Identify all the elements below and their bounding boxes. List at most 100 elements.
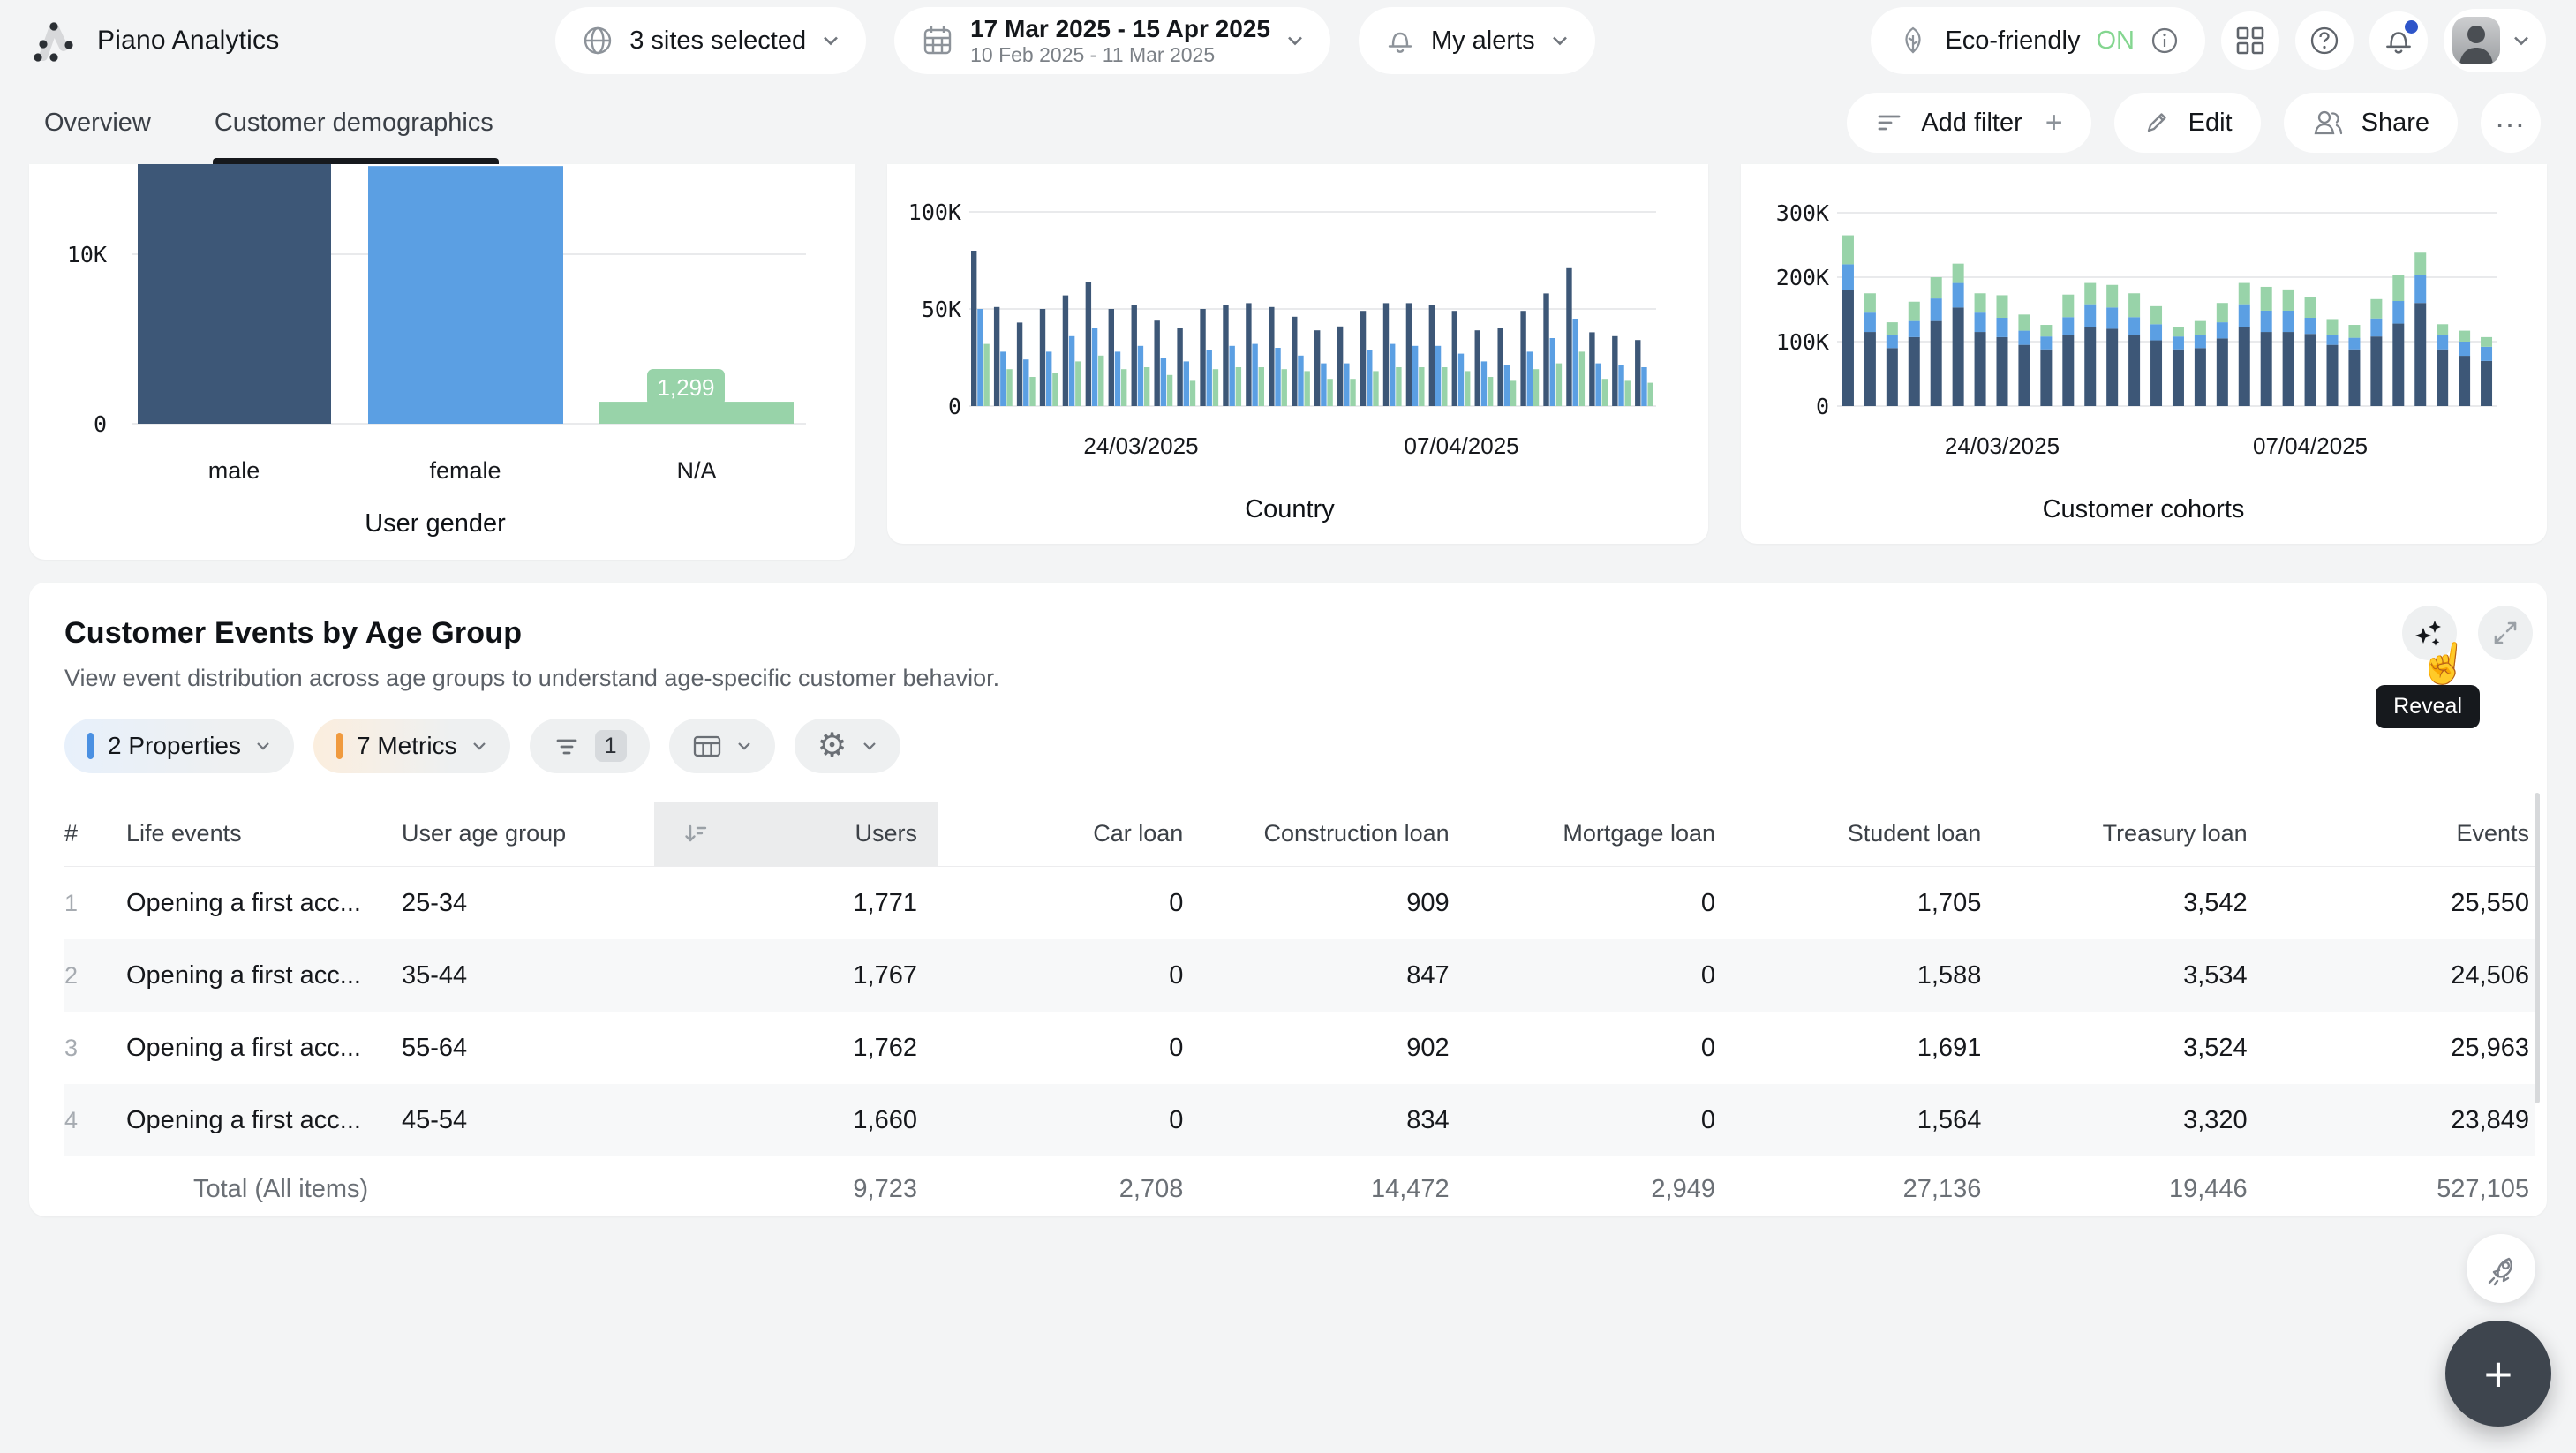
bar[interactable]: [1190, 380, 1195, 406]
bar-segment[interactable]: [2106, 307, 2118, 328]
bar-segment[interactable]: [2348, 338, 2360, 350]
bar-segment[interactable]: [1975, 312, 1986, 332]
column-header-events[interactable]: Events: [2269, 820, 2535, 847]
bar[interactable]: [1023, 359, 1028, 406]
apps-grid-button[interactable]: [2221, 11, 2279, 70]
bar[interactable]: [1115, 351, 1120, 406]
bar[interactable]: [1213, 369, 1218, 406]
bar[interactable]: [1452, 311, 1457, 406]
bar-segment[interactable]: [2305, 297, 2316, 318]
settings-chip[interactable]: ⚙: [795, 719, 900, 773]
bar-segment[interactable]: [1931, 298, 1942, 321]
bar-segment[interactable]: [2370, 299, 2382, 319]
column-header--[interactable]: #: [64, 820, 126, 847]
bar-segment[interactable]: [2195, 321, 2206, 335]
customer-cohorts-chart[interactable]: 300K200K100K024/03/202507/04/2025Custome…: [1741, 164, 2547, 544]
columns-chip[interactable]: [669, 719, 775, 773]
bar[interactable]: [1595, 364, 1601, 406]
bar[interactable]: [1465, 371, 1470, 406]
bar-segment[interactable]: [2414, 275, 2426, 303]
bar-segment[interactable]: [2084, 283, 2096, 305]
bar[interactable]: [1321, 364, 1326, 406]
bar-segment[interactable]: [2283, 290, 2294, 311]
bar-segment[interactable]: [1909, 337, 1920, 406]
edit-button[interactable]: Edit: [2114, 93, 2261, 153]
bar[interactable]: [994, 307, 999, 406]
bar-segment[interactable]: [1864, 332, 1876, 406]
launch-button[interactable]: [2467, 1234, 2535, 1303]
bar-segment[interactable]: [2062, 335, 2074, 406]
bar[interactable]: [1236, 367, 1241, 406]
bar[interactable]: [1167, 375, 1172, 406]
bar[interactable]: [1063, 296, 1068, 406]
bar-segment[interactable]: [2084, 327, 2096, 406]
bar-segment[interactable]: [2128, 335, 2140, 406]
bar-segment[interactable]: [2327, 335, 2339, 345]
bar-segment[interactable]: [2217, 322, 2228, 338]
bar[interactable]: [983, 344, 989, 406]
bar[interactable]: [1543, 293, 1548, 406]
bar-segment[interactable]: [2348, 350, 2360, 406]
bar[interactable]: [1200, 309, 1205, 406]
column-header-user-age-group[interactable]: User age group: [402, 820, 654, 847]
bar[interactable]: [1435, 346, 1441, 406]
sites-selector[interactable]: 3 sites selected: [555, 7, 866, 74]
bar[interactable]: [1350, 379, 1355, 406]
bar-segment[interactable]: [2062, 295, 2074, 318]
user-menu[interactable]: [2444, 9, 2546, 72]
bar-segment[interactable]: [1842, 290, 1854, 406]
notifications-button[interactable]: [2369, 11, 2428, 70]
bar-segment[interactable]: [2217, 338, 2228, 406]
bar-segment[interactable]: [1864, 312, 1876, 332]
bar-segment[interactable]: [1887, 335, 1898, 349]
bar-segment[interactable]: [1997, 337, 2008, 406]
bar[interactable]: [1269, 307, 1274, 406]
bar-segment[interactable]: [2150, 324, 2162, 340]
bar[interactable]: [1373, 371, 1378, 406]
bar-segment[interactable]: [2150, 306, 2162, 324]
bar-segment[interactable]: [2173, 327, 2184, 336]
bar[interactable]: [1252, 344, 1257, 406]
table-row[interactable]: 1Opening a first acc...25-341,771090901,…: [64, 867, 2535, 939]
add-filter-button[interactable]: Add filter +: [1847, 93, 2090, 153]
bar[interactable]: [1383, 303, 1389, 406]
bar-segment[interactable]: [2128, 293, 2140, 317]
bar-segment[interactable]: [2062, 317, 2074, 335]
bar[interactable]: [1246, 303, 1251, 406]
bar-segment[interactable]: [2040, 350, 2052, 406]
column-header-treasury-loan[interactable]: Treasury loan: [2002, 820, 2268, 847]
bar[interactable]: [1282, 369, 1287, 406]
bar[interactable]: [1406, 303, 1412, 406]
bar-segment[interactable]: [2370, 336, 2382, 406]
bar[interactable]: [1040, 309, 1045, 406]
bar[interactable]: [1121, 369, 1126, 406]
bar[interactable]: [1527, 351, 1533, 406]
help-button[interactable]: [2295, 11, 2354, 70]
bar-segment[interactable]: [2459, 356, 2470, 406]
bar[interactable]: [1579, 351, 1585, 406]
bar-segment[interactable]: [2261, 332, 2272, 406]
bar-male[interactable]: [138, 164, 331, 424]
bar[interactable]: [1144, 367, 1149, 406]
bar-segment[interactable]: [2392, 275, 2404, 301]
bar[interactable]: [1138, 346, 1143, 406]
bar[interactable]: [1429, 305, 1435, 406]
bar-segment[interactable]: [2195, 335, 2206, 349]
bar[interactable]: [1390, 344, 1395, 406]
my-alerts-button[interactable]: My alerts: [1359, 7, 1595, 74]
bar[interactable]: [1412, 346, 1418, 406]
bar[interactable]: [1259, 367, 1264, 406]
table-row[interactable]: 4Opening a first acc...45-541,660083401,…: [64, 1084, 2535, 1156]
column-header-mortgage-loan[interactable]: Mortgage loan: [1471, 820, 1736, 847]
bar-segment[interactable]: [2392, 324, 2404, 406]
bar[interactable]: [1602, 379, 1608, 406]
bar-segment[interactable]: [2327, 319, 2339, 335]
bar[interactable]: [1327, 379, 1332, 406]
bar[interactable]: [1161, 358, 1166, 406]
bar-segment[interactable]: [2217, 303, 2228, 322]
bar-segment[interactable]: [1953, 264, 1964, 283]
bar-segment[interactable]: [2414, 252, 2426, 275]
ai-reveal-button[interactable]: [2402, 606, 2457, 660]
bar[interactable]: [1314, 330, 1320, 406]
bar-segment[interactable]: [1975, 332, 1986, 406]
